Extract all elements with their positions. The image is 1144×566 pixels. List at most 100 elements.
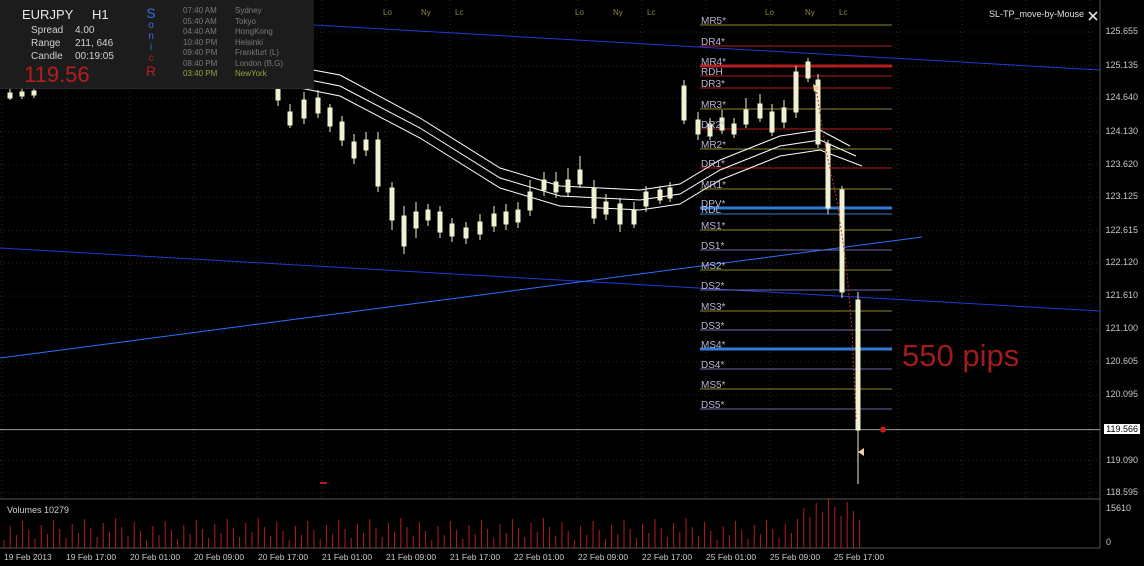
time-tick-5: 21 Feb 01:00 [322,552,373,562]
time-tick-11: 25 Feb 01:00 [706,552,757,562]
session-time: 09:40 PM [183,48,218,57]
candle-body-23 [527,191,533,211]
symbol-timeframe: H1 [92,7,109,22]
candle-body-14 [413,211,419,229]
time-tick-13: 25 Feb 17:00 [834,552,885,562]
level-label-3: RDH [701,67,723,78]
session-row-3: 10:40 PM Helsinki [183,38,313,49]
level-label-9: MR1* [701,180,727,191]
candle-body-26 [565,179,571,193]
symbol-name: EURJPY [22,7,74,22]
time-tick-3: 20 Feb 09:00 [194,552,245,562]
session-mark-0-2: Lc [455,8,464,17]
level-label-16: MS3* [701,302,726,313]
level-label-20: MS5* [701,380,726,391]
level-label-11: RDL [701,205,722,216]
candle-body-29 [603,201,609,215]
time-tick-1: 19 Feb 17:00 [66,552,117,562]
candle-body-4 [287,111,293,126]
arrow-marker-bottom [858,448,864,456]
pips-annotation: 550 pips [902,338,1020,373]
candle-body-27 [577,169,583,185]
price-tick-5: 123.125 [1105,191,1138,202]
drop-path [815,87,857,421]
session-name: HongKong [235,27,273,36]
candle-body-2 [31,90,37,96]
spread-label: Spread [31,25,64,36]
level-label-4: DR3* [701,79,725,90]
candle-body-1 [19,91,25,97]
session-time: 03:40 PM [183,69,218,78]
candle-body-45 [805,61,811,79]
candle-body-32 [643,191,649,207]
bid-price: 119.56 [24,62,90,87]
candle-value: 00:19:05 [75,51,114,62]
price-tick-6: 122.615 [1105,224,1138,235]
level-label-21: DS5* [701,400,725,411]
session-name: NewYork [235,69,267,78]
candle-body-7 [327,107,333,127]
candle-body-9 [351,141,357,159]
time-tick-8: 22 Feb 01:00 [514,552,565,562]
time-tick-10: 22 Feb 17:00 [642,552,693,562]
price-tick-4: 123.620 [1105,158,1138,169]
session-time: 05:40 AM [183,16,217,26]
level-label-17: DS3* [701,321,725,332]
price-tick-10: 120.605 [1105,355,1138,366]
session-time: 08:40 PM [183,58,218,68]
brand-letter-0: S [146,5,156,21]
level-label-0: MR5* [701,16,727,27]
level-label-18: MS4* [701,340,726,351]
session-mark-1-2: Lc [647,8,656,17]
candle-body-43 [781,107,787,123]
candle-body-36 [695,119,701,135]
candle-body-24 [541,179,547,191]
candle-body-0 [7,92,13,99]
time-tick-7: 21 Feb 17:00 [450,552,501,562]
session-name: Sydney [235,6,262,15]
price-tick-12: 119.566 [1104,423,1140,434]
candle-body-35 [681,85,687,121]
trendline-rising [0,236,923,359]
candle-body-47 [825,143,831,209]
candle-body-30 [617,203,623,225]
range-label: Range [31,38,61,49]
indicator-title: SL-TP_move-by-Mouse [988,9,1084,19]
session-list: 07:40 AM Sydney 05:40 AM Tokyo 04:40 AM HongK… [183,6,313,80]
candle-body-11 [375,139,381,187]
price-tick-2: 124.640 [1105,92,1138,103]
candle-body-12 [389,187,395,221]
candle-body-28 [591,187,597,219]
price-axis[interactable]: 125.655 125.135 124.640 124.130 123.620 123.1… [1100,0,1144,545]
candle-body-40 [743,109,749,125]
time-tick-6: 21 Feb 09:00 [386,552,437,562]
candle-body-13 [401,215,407,247]
close-icon[interactable] [1088,8,1098,21]
level-label-14: MS2* [701,261,726,272]
level-label-5: MR3* [701,100,727,111]
brand-letter-3: i [149,42,153,53]
session-mark-2-0: Lo [765,8,774,17]
envelope-band-1 [269,71,857,201]
brand-letter-2: n [148,31,154,42]
session-row-2: 04:40 AM HongKong [183,27,313,38]
candle-body-41 [757,103,763,119]
price-tick-3: 124.130 [1105,125,1138,136]
trendline-lower [0,247,1101,312]
candle-body-18 [463,227,469,239]
price-tick-14: 118.595 [1106,487,1138,497]
session-mark-1-1: Ny [613,8,623,17]
candle-body-31 [631,209,637,225]
current-price-dot [880,426,886,433]
price-tick-11: 120.095 [1105,389,1138,400]
session-time: 04:40 AM [183,27,217,36]
session-name: London (B,G) [235,58,284,68]
session-mark-0-1: Ny [421,8,431,17]
volumes-axis-bottom: 0 [1106,537,1112,547]
session-time: 07:40 AM [183,6,217,15]
level-label-19: DS4* [701,360,725,371]
session-row-1: 05:40 AM Tokyo [183,17,313,28]
price-tick-13: 119.090 [1106,454,1138,465]
candle-body-34 [667,187,673,199]
candle-body-21 [503,211,509,225]
